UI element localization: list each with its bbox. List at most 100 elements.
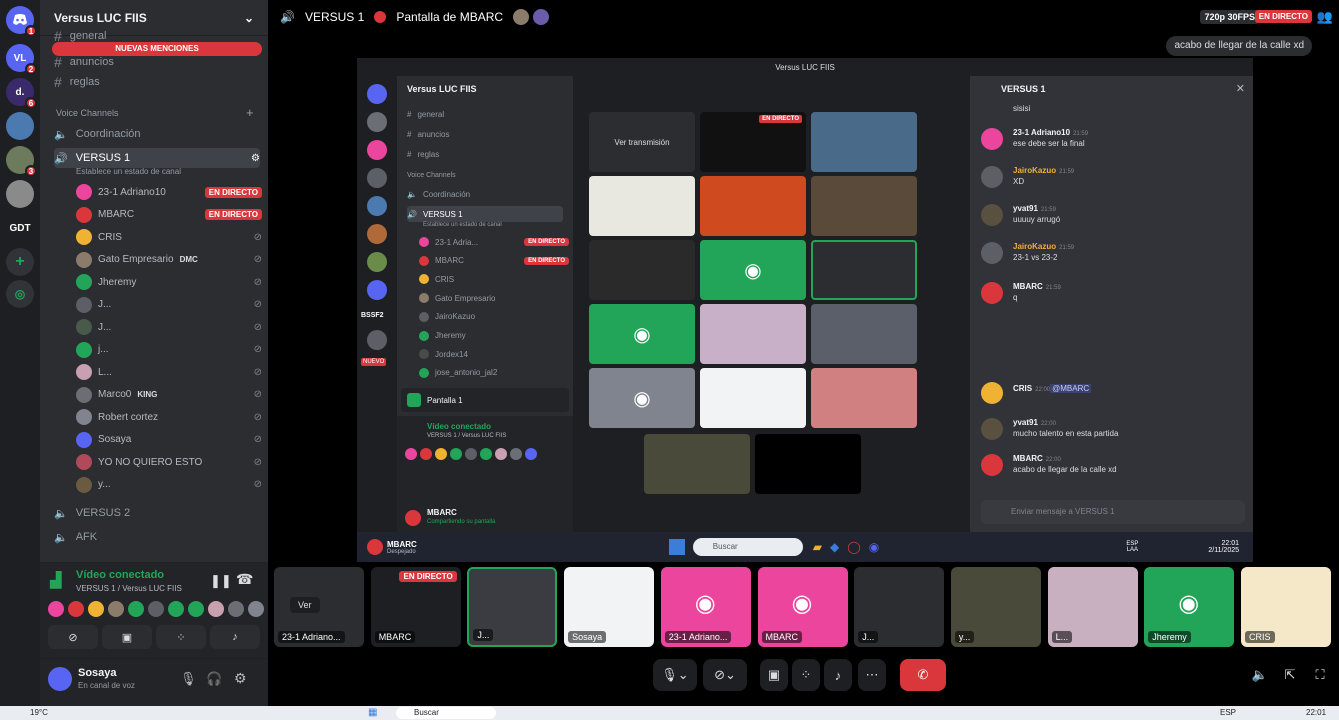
- server-icon-animal[interactable]: [6, 180, 34, 208]
- volume-icon[interactable]: 🔈: [1248, 659, 1272, 691]
- os-search[interactable]: Buscar: [396, 707, 496, 719]
- soundboard-button[interactable]: ♪: [210, 625, 260, 649]
- avatar: [981, 204, 1003, 226]
- activities-button[interactable]: ⁘: [792, 659, 820, 691]
- voice-user[interactable]: Marco0 KING ⊘: [76, 385, 262, 405]
- voice-user[interactable]: j... ⊘: [76, 340, 262, 360]
- voice-user[interactable]: Jheremy ⊘: [76, 272, 262, 292]
- fullscreen-icon[interactable]: ⛶: [1308, 659, 1332, 691]
- channel-label: VERSUS 1: [75, 152, 131, 164]
- voice-user[interactable]: Sosaya ⊘: [76, 430, 262, 450]
- inner-user-name: MBARC: [435, 256, 464, 266]
- camera-off-button[interactable]: ⊘: [48, 625, 98, 649]
- share-screen-button[interactable]: ▣: [102, 625, 152, 649]
- camera-button[interactable]: ⊘⌄: [703, 659, 747, 691]
- voice-user[interactable]: J... ⊘: [76, 317, 262, 337]
- more-button[interactable]: ⋯: [858, 659, 886, 691]
- server-icon-photo[interactable]: 3: [6, 146, 37, 177]
- headphones-icon[interactable]: 🎧: [206, 671, 222, 687]
- avatar[interactable]: [148, 601, 164, 617]
- os-time[interactable]: 22:01: [1306, 708, 1326, 717]
- home-button[interactable]: 1: [6, 6, 37, 37]
- disconnect-icon[interactable]: ☎: [236, 571, 253, 588]
- add-server-icon[interactable]: +: [6, 248, 34, 276]
- participant-tile[interactable]: L...: [1047, 567, 1138, 647]
- share-screen-button[interactable]: ▣: [760, 659, 788, 691]
- avatar[interactable]: [168, 601, 184, 617]
- avatar[interactable]: [188, 601, 204, 617]
- people-icon[interactable]: 👥: [1317, 9, 1333, 25]
- server-icon-vl[interactable]: VL 2: [6, 44, 37, 75]
- participant-tile[interactable]: CRIS: [1241, 567, 1331, 647]
- avatar[interactable]: [48, 667, 72, 691]
- avatar[interactable]: [128, 601, 144, 617]
- inner-voice-user: 23-1 Adria... EN DIRECTO: [419, 234, 569, 250]
- voice-channel-versus1[interactable]: 🔊 VERSUS 1 ⚙: [54, 148, 260, 168]
- microphone-icon[interactable]: 🎙: [180, 671, 197, 687]
- username[interactable]: Sosaya: [78, 667, 117, 679]
- add-channel-icon[interactable]: +: [246, 105, 254, 120]
- avatar[interactable]: [228, 601, 244, 617]
- participant-strip: 23-1 Adriano... Ver MBARC EN DIRECTO J... Sos…: [274, 567, 1339, 647]
- participant-tile[interactable]: J...: [854, 567, 945, 647]
- inner-channel: # general: [407, 106, 563, 122]
- voice-user[interactable]: YO NO QUIERO ESTO ⊘: [76, 452, 262, 472]
- popout-icon[interactable]: ⇱: [1278, 659, 1302, 691]
- voice-user[interactable]: y... ⊘: [76, 475, 262, 495]
- channel-status[interactable]: Establece un estado de canal: [76, 167, 181, 176]
- avatar[interactable]: [48, 601, 64, 617]
- participant-tile[interactable]: J...: [467, 567, 558, 647]
- participant-tile[interactable]: 23-1 Adriano... Ver: [274, 567, 364, 647]
- watch-button[interactable]: Ver: [290, 597, 320, 613]
- video-tile: [700, 176, 806, 236]
- hash-icon: #: [54, 54, 62, 70]
- video-tile: [811, 240, 917, 300]
- voice-user[interactable]: CRIS ⊘: [76, 227, 262, 247]
- watch-stream-label: Ver transmisión: [614, 137, 670, 147]
- os-lang[interactable]: ESP: [1220, 708, 1236, 717]
- explore-icon[interactable]: ◎: [6, 280, 34, 308]
- participant-tile[interactable]: MBARC EN DIRECTO: [370, 567, 461, 647]
- weather[interactable]: 19°C: [30, 708, 48, 717]
- noise-icon[interactable]: ❚❚: [210, 573, 232, 589]
- server-icon-gdt[interactable]: GDT: [6, 214, 34, 242]
- participant-tile[interactable]: MBARC ◉: [757, 567, 848, 647]
- participant-tile[interactable]: Jheremy ◉: [1144, 567, 1235, 647]
- activities-button[interactable]: ⁘: [156, 625, 206, 649]
- avatar[interactable]: [208, 601, 224, 617]
- inner-channel: # anuncios: [407, 126, 563, 142]
- voice-channel-coordinacion[interactable]: 🔈 Coordinación: [54, 124, 260, 144]
- voice-user[interactable]: L... ⊘: [76, 362, 262, 382]
- channel-anuncios[interactable]: # anuncios: [54, 52, 260, 72]
- screen-share[interactable]: Versus LUC FIIS BSSF2 NUEVO Versus LUC F…: [357, 58, 1253, 562]
- voice-user[interactable]: Robert cortez ⊘: [76, 407, 262, 427]
- voice-user[interactable]: J... ⊘: [76, 295, 262, 315]
- gear-icon[interactable]: ⚙: [251, 153, 260, 164]
- avatar[interactable]: [108, 601, 124, 617]
- server-icon-bird[interactable]: [6, 112, 34, 140]
- participant-name: CRIS: [1245, 631, 1275, 643]
- voice-user[interactable]: Gato Empresario DMC ⊘: [76, 250, 262, 270]
- avatar: [76, 364, 92, 380]
- participant-tile[interactable]: 23-1 Adriano... ◉: [660, 567, 751, 647]
- microphone-button[interactable]: 🎙⌄: [653, 659, 697, 691]
- voice-channel-afk[interactable]: 🔈 AFK: [54, 527, 260, 547]
- voice-channel-link[interactable]: VERSUS 1 / Versus LUC FIIS: [76, 584, 182, 593]
- disconnect-button[interactable]: ✆: [900, 659, 946, 691]
- chat-toast[interactable]: acabo de llegar de la calle xd: [1166, 36, 1312, 56]
- channel-reglas[interactable]: # reglas: [54, 72, 260, 92]
- avatar[interactable]: [248, 601, 264, 617]
- server-icon: [367, 168, 387, 188]
- gear-icon[interactable]: ⚙: [234, 670, 247, 687]
- windows-icon[interactable]: ▦: [368, 707, 377, 718]
- soundboard-button[interactable]: ♪: [824, 659, 852, 691]
- voice-user[interactable]: 23-1 Adriano10 EN DIRECTO: [76, 182, 262, 202]
- voice-channels-header[interactable]: Voice Channels: [56, 108, 119, 118]
- voice-user[interactable]: MBARC EN DIRECTO: [76, 205, 262, 225]
- participant-tile[interactable]: Sosaya: [564, 567, 655, 647]
- participant-tile[interactable]: y...: [950, 567, 1041, 647]
- avatar[interactable]: [68, 601, 84, 617]
- server-icon-d[interactable]: d. 6: [6, 78, 37, 109]
- voice-channel-versus2[interactable]: 🔈 VERSUS 2: [54, 503, 260, 523]
- avatar[interactable]: [88, 601, 104, 617]
